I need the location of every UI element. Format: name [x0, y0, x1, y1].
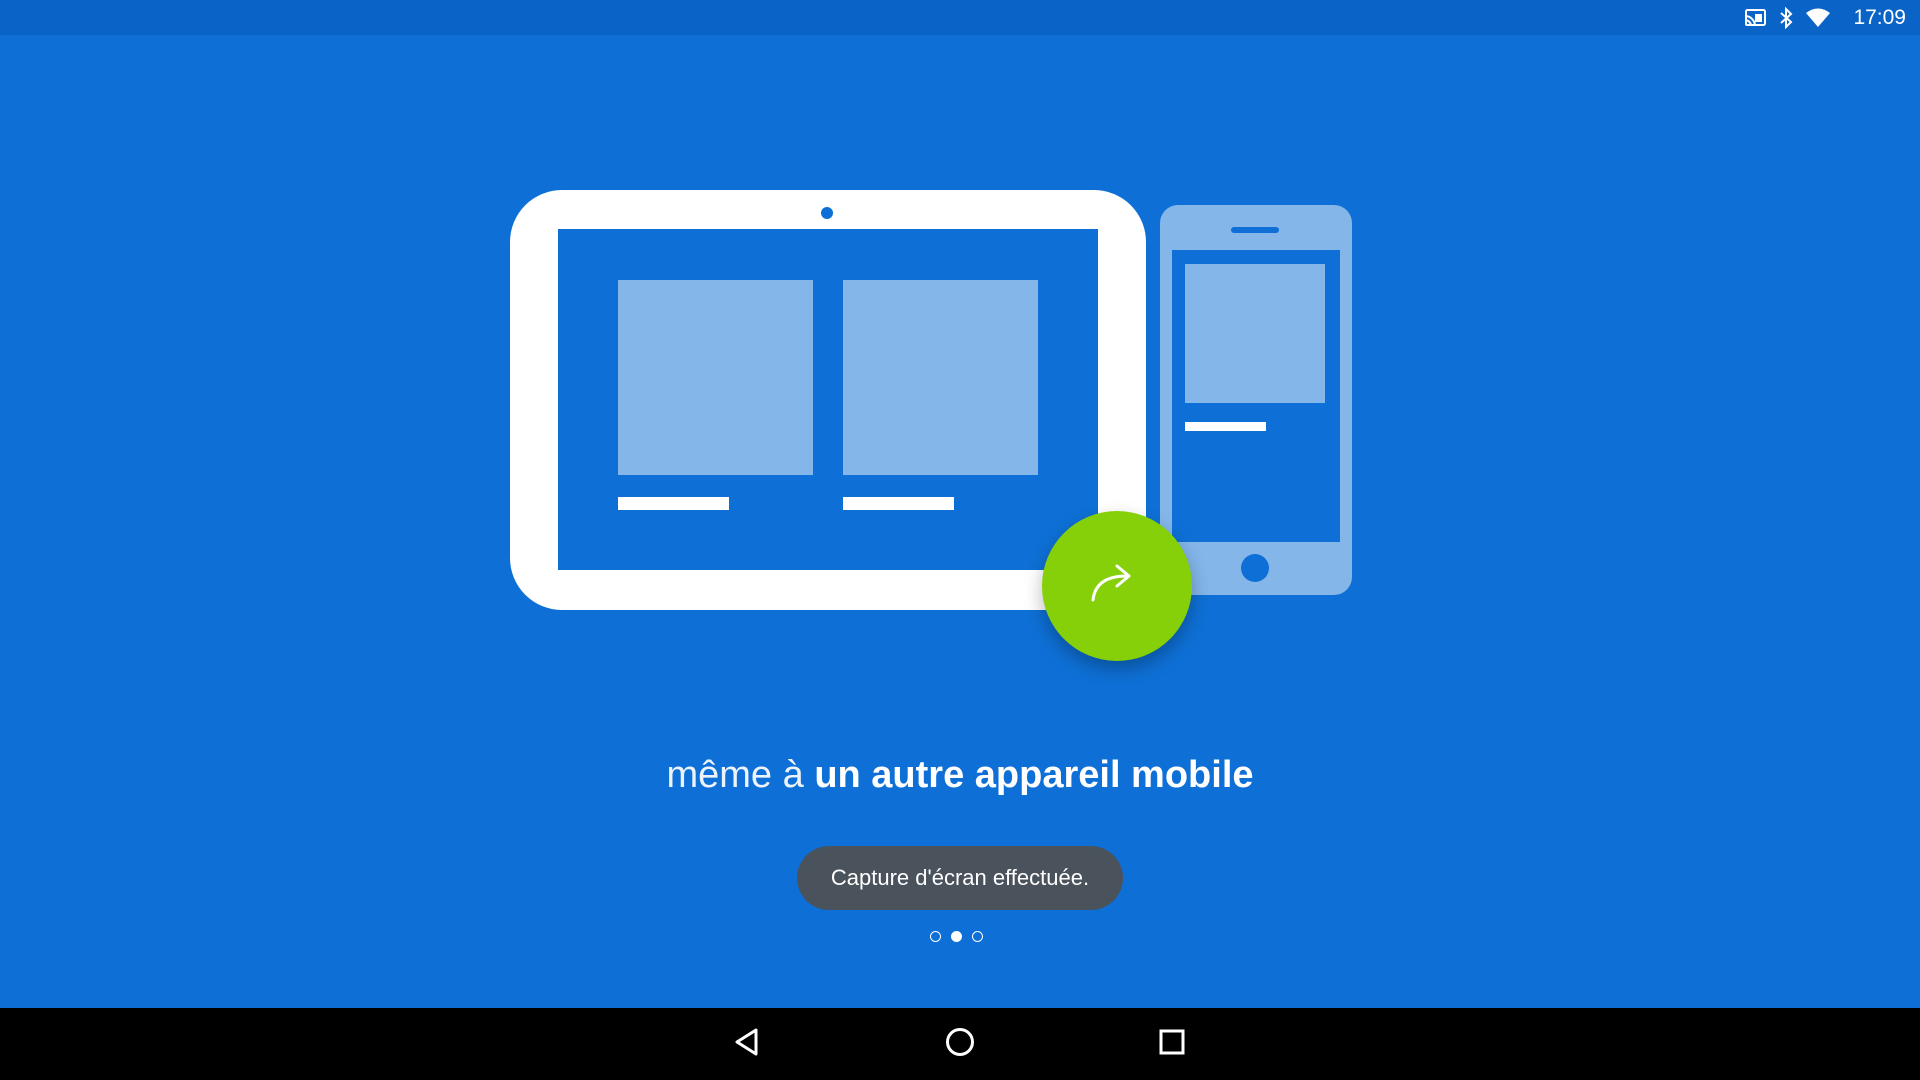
navigation-bar	[0, 1008, 1920, 1080]
page-dot-3[interactable]	[972, 930, 983, 942]
caption-bold-text: un autre appareil mobile	[814, 754, 1254, 796]
phone-bar	[1185, 422, 1266, 431]
phone-home-button	[1241, 554, 1269, 582]
caption-light-text: même à	[666, 754, 804, 796]
onboarding-screen: 17:09 même à un autre appareil mobile Ca…	[0, 0, 1920, 1080]
page-dot-2[interactable]	[951, 930, 962, 942]
tablet-bar-left	[618, 497, 729, 510]
recents-icon	[1158, 1028, 1186, 1061]
phone-screen	[1172, 250, 1340, 542]
tablet-illustration	[510, 190, 1146, 610]
home-button[interactable]	[912, 1008, 1008, 1080]
back-button[interactable]	[699, 1008, 795, 1080]
share-arrow-icon	[1087, 562, 1147, 611]
onboarding-caption: même à un autre appareil mobile	[0, 750, 1920, 800]
toast-text: Capture d'écran effectuée.	[830, 865, 1090, 890]
tablet-camera	[821, 207, 833, 219]
back-icon	[732, 1027, 762, 1062]
page-dot-1[interactable]	[930, 930, 941, 942]
share-button[interactable]	[1042, 511, 1192, 661]
recents-button[interactable]	[1124, 1008, 1220, 1080]
home-icon	[944, 1026, 976, 1063]
onboarding-illustration	[0, 0, 1920, 1080]
phone-speaker	[1231, 227, 1279, 233]
page-indicator	[930, 928, 983, 944]
tablet-screen	[558, 229, 1098, 570]
phone-illustration	[1160, 205, 1352, 595]
toast: Capture d'écran effectuée.	[797, 846, 1123, 910]
tablet-bar-right	[843, 497, 954, 510]
tablet-tile-right	[843, 280, 1038, 475]
phone-tile	[1185, 264, 1325, 403]
tablet-tile-left	[618, 280, 813, 475]
